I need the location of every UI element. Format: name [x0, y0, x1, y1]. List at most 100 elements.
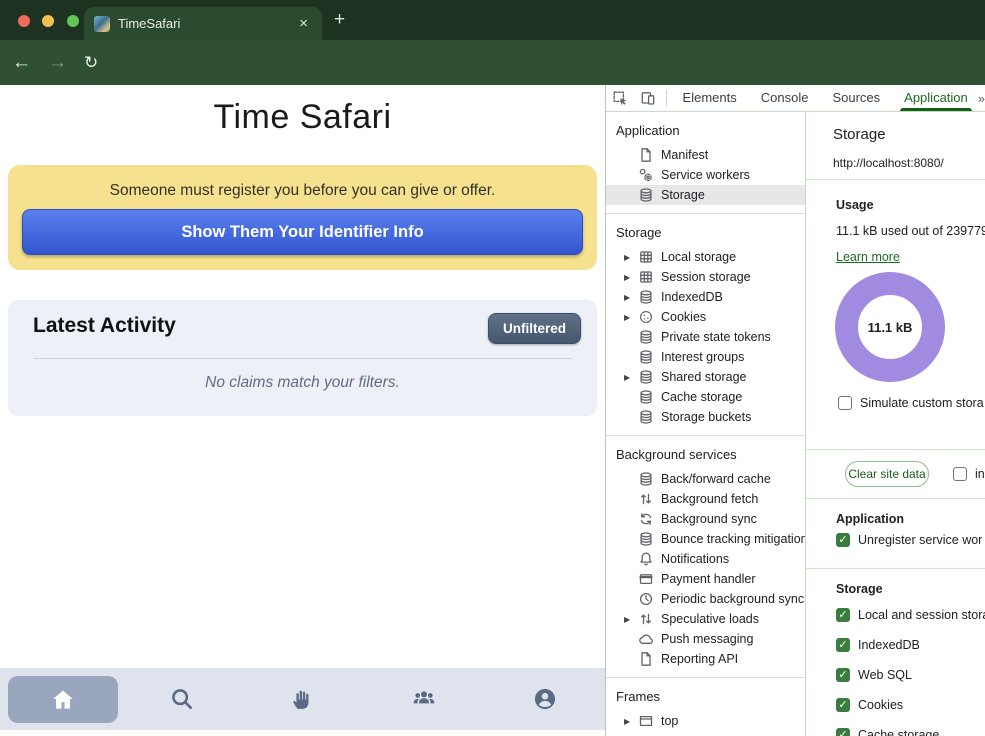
reload-button[interactable]: ↻ [84, 40, 98, 85]
sidebar-section-frames: Frames▶top [606, 678, 805, 736]
empty-state-message: No claims match your filters. [8, 374, 597, 392]
checkbox-web-sql[interactable]: Web SQL [836, 668, 912, 682]
devtools-tab-application[interactable]: Application [892, 85, 980, 111]
new-tab-button[interactable]: + [334, 9, 345, 31]
sidebar-item-speculative-loads[interactable]: ▶Speculative loads [606, 609, 805, 629]
registration-alert: Someone must register you before you can… [8, 165, 597, 270]
nav-home-button[interactable] [8, 676, 118, 723]
checked-checkbox-icon[interactable] [836, 533, 850, 547]
sidebar-item-payment-handler[interactable]: Payment handler [606, 569, 805, 589]
simulate-storage-checkbox[interactable]: Simulate custom stora [838, 396, 984, 410]
nav-search-button[interactable] [169, 686, 195, 712]
devtools-tab-console[interactable]: Console [749, 85, 821, 111]
checked-checkbox-icon[interactable] [836, 668, 850, 682]
sidebar-item-reporting-api[interactable]: Reporting API [606, 649, 805, 669]
checked-checkbox-icon[interactable] [836, 698, 850, 712]
bell-icon [638, 551, 654, 567]
browser-titlebar: TimeSafari × + [0, 0, 985, 40]
maximize-window-button[interactable] [67, 15, 79, 27]
checkbox-local-and-session-stora[interactable]: Local and session stora [836, 608, 985, 622]
sidebar-item-session-storage[interactable]: ▶Session storage [606, 267, 805, 287]
checked-checkbox-icon[interactable] [836, 728, 850, 736]
expand-arrow-icon[interactable]: ▶ [624, 293, 638, 302]
unfiltered-button[interactable]: Unfiltered [488, 313, 581, 344]
forward-button[interactable]: → [48, 40, 67, 85]
checkbox-cookies[interactable]: Cookies [836, 698, 903, 712]
nav-slot-person [484, 668, 605, 730]
sidebar-item-push-messaging[interactable]: Push messaging [606, 629, 805, 649]
cookie-icon [638, 309, 654, 325]
database-icon [638, 471, 654, 487]
latest-activity-card: Latest Activity Unfiltered No claims mat… [8, 300, 597, 416]
checked-checkbox-icon[interactable] [836, 638, 850, 652]
show-identifier-button[interactable]: Show Them Your Identifier Info [22, 209, 583, 255]
nav-hand-button[interactable] [290, 687, 315, 712]
unchecked-checkbox-icon[interactable] [953, 467, 967, 481]
nav-person-button[interactable] [532, 686, 558, 712]
donut-label: 11.1 kB [868, 320, 913, 335]
checkbox-indexeddb[interactable]: IndexedDB [836, 638, 920, 652]
expand-arrow-icon[interactable]: ▶ [624, 313, 638, 322]
sidebar-item-shared-storage[interactable]: ▶Shared storage [606, 367, 805, 387]
nav-people-button[interactable] [410, 685, 438, 713]
inspect-element-icon[interactable] [606, 90, 634, 106]
database-icon [638, 329, 654, 345]
sidebar-item-top[interactable]: ▶top [606, 711, 805, 731]
sidebar-item-background-sync[interactable]: Background sync [606, 509, 805, 529]
gear-icon [638, 167, 654, 183]
device-toolbar-icon[interactable] [634, 90, 662, 106]
sidebar-item-background-fetch[interactable]: Background fetch [606, 489, 805, 509]
checkbox-unregister-service-wor[interactable]: Unregister service wor [836, 533, 982, 547]
devtools-panel: ElementsConsoleSourcesApplication » Appl… [605, 85, 985, 736]
divider [806, 449, 985, 450]
checkbox-label: in [975, 467, 985, 481]
unchecked-checkbox-icon[interactable] [838, 396, 852, 410]
close-window-button[interactable] [18, 15, 30, 27]
sidebar-section-title: Application [606, 123, 805, 145]
expand-arrow-icon[interactable]: ▶ [624, 373, 638, 382]
people-icon [410, 685, 438, 713]
browser-tab[interactable]: TimeSafari × [84, 7, 322, 40]
learn-more-link[interactable]: Learn more [836, 250, 900, 264]
devtools-tab-elements[interactable]: Elements [671, 85, 749, 111]
devtools-tab-sources[interactable]: Sources [820, 85, 892, 111]
sidebar-item-label: Storage [661, 188, 705, 202]
back-button[interactable]: ← [12, 40, 31, 85]
devtools-sidebar: ApplicationManifestService workers Storag… [606, 112, 806, 736]
sidebar-item-back-forward-cache[interactable]: Back/forward cache [606, 469, 805, 489]
sidebar-item-indexeddb[interactable]: ▶IndexedDB [606, 287, 805, 307]
card-icon [638, 571, 654, 587]
checkbox-cache-storage[interactable]: Cache storage [836, 728, 939, 736]
devtools-tabs: ElementsConsoleSourcesApplication [671, 85, 980, 111]
sidebar-section-title: Background services [606, 447, 805, 469]
sidebar-item-storage-buckets[interactable]: Storage buckets [606, 407, 805, 427]
sidebar-item-cache-storage[interactable]: Cache storage [606, 387, 805, 407]
sidebar-item-service-workers[interactable]: Service workers [606, 165, 805, 185]
database-icon [638, 409, 654, 425]
checked-checkbox-icon[interactable] [836, 608, 850, 622]
including-checkbox[interactable]: in [953, 467, 985, 481]
expand-arrow-icon[interactable]: ▶ [624, 253, 638, 262]
expand-arrow-icon[interactable]: ▶ [624, 273, 638, 282]
tab-favicon-icon [94, 16, 110, 32]
minimize-window-button[interactable] [42, 15, 54, 27]
sidebar-item-private-state-tokens[interactable]: Private state tokens [606, 327, 805, 347]
sidebar-item-manifest[interactable]: Manifest [606, 145, 805, 165]
updown-icon [638, 611, 654, 627]
sidebar-item-label: Private state tokens [661, 330, 771, 344]
tab-close-icon[interactable]: × [295, 14, 312, 33]
sidebar-item-bounce-tracking-mitigation[interactable]: Bounce tracking mitigation [606, 529, 805, 549]
clear-site-data-button[interactable]: Clear site data [845, 461, 929, 487]
sync-icon [638, 511, 654, 527]
nav-slot-home [0, 668, 121, 730]
sidebar-item-cookies[interactable]: ▶Cookies [606, 307, 805, 327]
storage-section-heading: Storage [836, 582, 883, 596]
sidebar-item-periodic-background-sync[interactable]: Periodic background sync [606, 589, 805, 609]
sidebar-item-storage[interactable]: Storage [606, 185, 805, 205]
database-icon [638, 289, 654, 305]
sidebar-item-local-storage[interactable]: ▶Local storage [606, 247, 805, 267]
sidebar-item-notifications[interactable]: Notifications [606, 549, 805, 569]
sidebar-item-interest-groups[interactable]: Interest groups [606, 347, 805, 367]
expand-arrow-icon[interactable]: ▶ [624, 717, 638, 726]
expand-arrow-icon[interactable]: ▶ [624, 615, 638, 624]
